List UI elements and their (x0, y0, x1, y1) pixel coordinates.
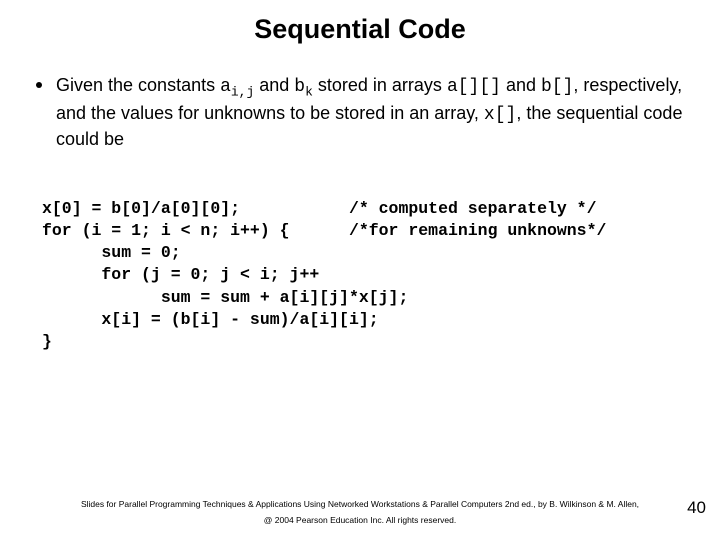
footer-line-2: @ 2004 Pearson Education Inc. All rights… (0, 512, 720, 528)
text-frag: Given the constants (56, 75, 220, 95)
text-frag: stored in arrays (313, 75, 447, 95)
code-inline-arr-b: b[] (541, 77, 573, 97)
bullet-dot-icon (36, 82, 42, 88)
code-inline-b: b (294, 77, 305, 97)
text-frag: and (501, 75, 541, 95)
bullet-item: Given the constants ai,j and bk stored i… (36, 73, 684, 152)
subscript-k: k (305, 85, 313, 100)
slide: Sequential Code Given the constants ai,j… (0, 0, 720, 540)
code-inline-arr-x: x[] (484, 105, 516, 125)
code-inline-a: a (220, 77, 231, 97)
code-block: x[0] = b[0]/a[0][0]; /* computed separat… (42, 198, 684, 354)
slide-body: Given the constants ai,j and bk stored i… (0, 45, 720, 354)
text-frag: and (254, 75, 294, 95)
page-number: 40 (687, 498, 706, 518)
footer-line-1: Slides for Parallel Programming Techniqu… (0, 496, 720, 512)
slide-title: Sequential Code (0, 0, 720, 45)
footer: Slides for Parallel Programming Techniqu… (0, 496, 720, 528)
bullet-text: Given the constants ai,j and bk stored i… (56, 73, 684, 152)
subscript-ij: i,j (231, 85, 254, 100)
code-inline-arr-a: a[][] (447, 77, 501, 97)
